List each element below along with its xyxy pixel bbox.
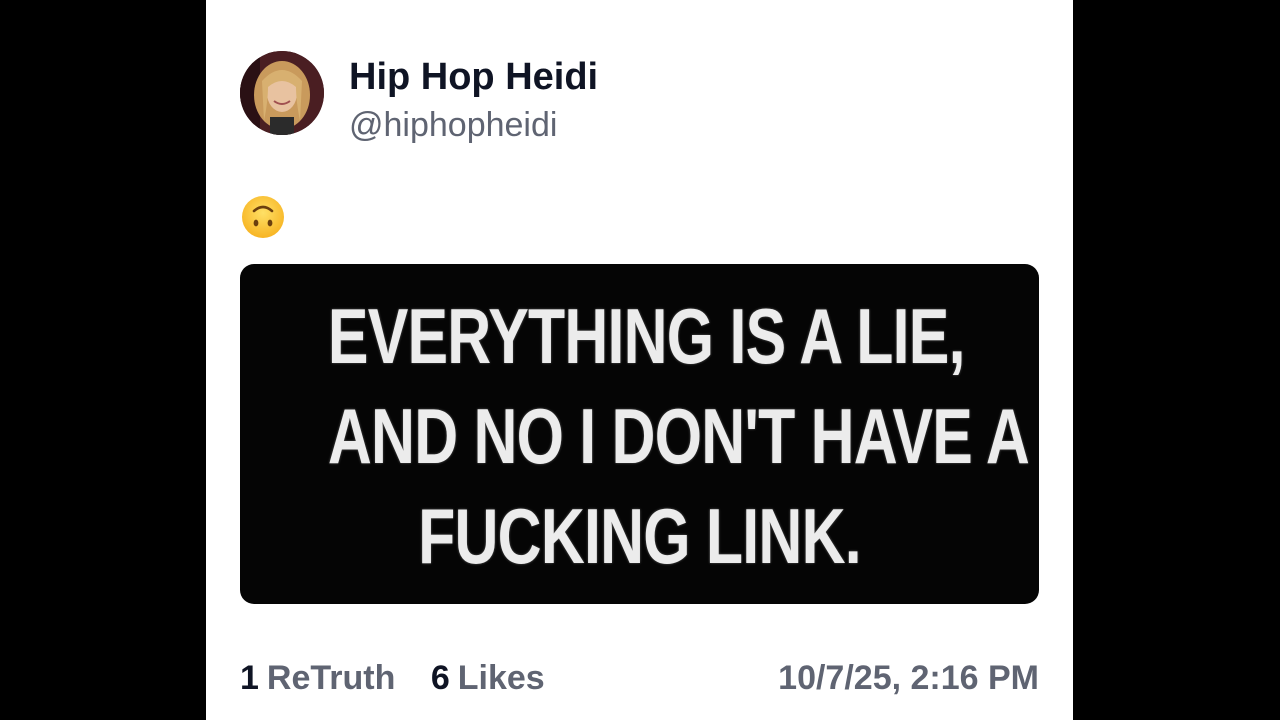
author-display-name[interactable]: Hip Hop Heidi (349, 54, 598, 100)
post-footer: 1 ReTruth 6 Likes 10/7/25, 2:16 PM (240, 656, 1039, 700)
likes-count: 6 (430, 659, 450, 697)
post-timestamp[interactable]: 10/7/25, 2:16 PM (778, 656, 1039, 700)
image-text-line: AND NO I DON'T HAVE A (327, 392, 1030, 480)
author-handle[interactable]: @hiphopheidi (349, 104, 557, 146)
likes-label: Likes (457, 659, 545, 697)
post-image[interactable]: EVERYTHING IS A LIE, AND NO I DON'T HAVE… (240, 264, 1039, 604)
upside-down-face-icon (240, 194, 286, 240)
profile-photo-icon (240, 51, 324, 135)
post-card: Hip Hop Heidi @hiphopheidi EVERYTHING IS… (206, 0, 1073, 720)
retruths-count: 1 (240, 659, 259, 697)
retruths-stat[interactable]: 1 ReTruth (240, 656, 395, 700)
retruths-label: ReTruth (266, 659, 396, 697)
likes-stat[interactable]: 6 Likes (431, 656, 545, 700)
avatar[interactable] (240, 51, 324, 135)
screen: Hip Hop Heidi @hiphopheidi EVERYTHING IS… (0, 0, 1280, 720)
image-text-line: EVERYTHING IS A LIE, (327, 292, 966, 380)
post-image-text: EVERYTHING IS A LIE, AND NO I DON'T HAVE… (240, 286, 1039, 586)
image-text-line: FUCKING LINK. (418, 492, 862, 580)
